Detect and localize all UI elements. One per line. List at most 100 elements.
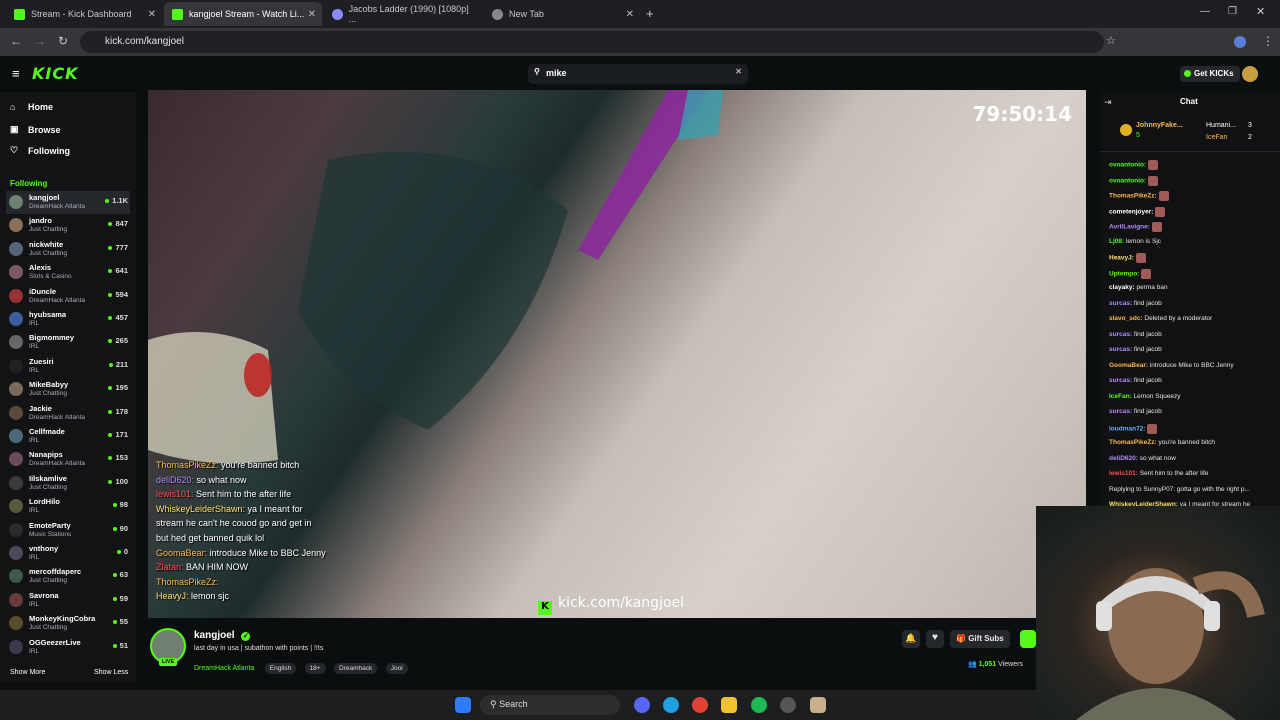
hamburger-menu-icon[interactable]: ≡	[12, 66, 20, 81]
collapse-chat-icon[interactable]: ⇥	[1104, 97, 1112, 108]
url-bar[interactable]: kick.com/kangjoel	[80, 31, 1104, 53]
following-channel-row[interactable]: MikeBabyy Just Chatting 195	[6, 378, 130, 401]
chat-message[interactable]: surcas: find jacob	[1109, 331, 1162, 338]
tag-pill[interactable]: 18+	[304, 663, 326, 674]
tag-pill[interactable]: English	[264, 663, 297, 674]
chat-username[interactable]: ovoantonio:	[1109, 162, 1146, 169]
discord-icon[interactable]	[634, 697, 650, 713]
clear-search-icon[interactable]: ✕	[735, 67, 742, 76]
chat-message[interactable]: ThomasPikeZz: you're banned bitch	[1109, 439, 1215, 446]
new-tab-plus-icon[interactable]: +	[646, 6, 654, 21]
menu-dots-icon[interactable]: ⋮	[1262, 34, 1274, 48]
bell-icon[interactable]: 🔔	[902, 630, 920, 648]
show-less-link[interactable]: Show Less	[94, 669, 128, 676]
following-channel-row[interactable]: Alexis Slots & Casino 641	[6, 261, 130, 284]
nav-browse[interactable]: ▣ Browse	[10, 124, 61, 135]
chat-message[interactable]: lewis101: Sent him to the after life	[1109, 470, 1208, 477]
chat-username[interactable]: AvrilLavigne:	[1109, 224, 1150, 231]
chat-username[interactable]: IceFan:	[1109, 393, 1132, 400]
chat-message[interactable]: surcas: find jacob	[1109, 346, 1162, 353]
windows-start-icon[interactable]	[455, 697, 471, 713]
following-channel-row[interactable]: Iilskamlive Just Chatting 100	[6, 472, 130, 495]
chat-message[interactable]: cometenjoyer:	[1109, 206, 1166, 217]
chat-message[interactable]: clayaky: perma ban	[1109, 284, 1168, 291]
stream-category[interactable]: DreamHack Atlanta	[194, 665, 254, 672]
chat-message[interactable]: HeavyJ:	[1109, 253, 1146, 263]
chat-message[interactable]: surcas: find jacob	[1109, 408, 1162, 415]
chat-message[interactable]: Replying to SunnyP07: gotta go with the …	[1109, 486, 1250, 493]
chat-message[interactable]: surcas: find jacob	[1109, 300, 1162, 307]
taskbar-search[interactable]: ⚲ Search	[480, 695, 620, 715]
chat-message[interactable]: Lj08: lemon is Sjc	[1109, 238, 1161, 245]
following-channel-row[interactable]: Jackie DreamHack Atlanta 178	[6, 402, 130, 425]
streamer-name[interactable]: kangjoel ✓	[194, 630, 251, 641]
following-channel-row[interactable]: Bigmommey IRL 265	[6, 331, 130, 354]
chat-username[interactable]: surcas:	[1109, 346, 1132, 353]
chat-username[interactable]: slavo_sdc:	[1109, 315, 1143, 322]
following-channel-row[interactable]: OGGeezerLive IRL 51	[6, 636, 130, 659]
maximize-icon[interactable]: ❐	[1228, 6, 1237, 17]
chat-username[interactable]: Lj08:	[1109, 238, 1124, 245]
profile-avatar[interactable]	[1234, 36, 1246, 48]
browser-tab[interactable]: New Tab ✕	[484, 2, 640, 26]
close-icon[interactable]: ✕	[626, 9, 634, 20]
following-channel-row[interactable]: jandro Just Chatting 847	[6, 214, 130, 237]
browser-tab-active[interactable]: kangjoel Stream - Watch Li... ✕	[164, 2, 322, 26]
heart-follow-icon[interactable]: ♥	[926, 630, 944, 648]
chat-message[interactable]: Uptempo:	[1109, 268, 1152, 279]
subscribe-button[interactable]	[1020, 630, 1036, 648]
spotify-icon[interactable]	[751, 697, 767, 713]
chat-username[interactable]: ovoantonio:	[1109, 177, 1146, 184]
chat-message[interactable]: GoomaBear: introduce Mike to BBC Jenny	[1109, 362, 1234, 369]
chat-username[interactable]: lewis101:	[1109, 470, 1138, 477]
file-explorer-icon[interactable]	[721, 697, 737, 713]
nav-following[interactable]: ♡ Following	[10, 145, 70, 156]
following-channel-row[interactable]: iDuncle DreamHack Atlanta 594	[6, 285, 130, 308]
following-channel-row[interactable]: Savrona IRL 59	[6, 589, 130, 612]
kick-logo[interactable]: KICK	[32, 64, 79, 83]
get-kicks-button[interactable]: Get KICKs	[1180, 66, 1240, 82]
following-channel-row[interactable]: Cellfmade IRL 171	[6, 425, 130, 448]
show-more-link[interactable]: Show More	[10, 669, 45, 676]
browser-tab[interactable]: Stream - Kick Dashboard ✕	[6, 2, 162, 26]
following-channel-row[interactable]: LordHilo IRL 98	[6, 495, 130, 518]
chat-message[interactable]: AvrilLavigne:	[1109, 222, 1162, 232]
chat-username[interactable]: surcas:	[1109, 300, 1132, 307]
following-channel-row[interactable]: kangjoel DreamHack Atlanta 1.1K	[6, 191, 130, 214]
chat-message[interactable]: ovoantonio:	[1109, 175, 1159, 186]
chat-username[interactable]: loudman72:	[1109, 425, 1145, 432]
obs-icon[interactable]	[780, 697, 796, 713]
following-channel-row[interactable]: MonkeyKingCobra Just Chatting 55	[6, 612, 130, 635]
chat-message[interactable]: IceFan: Lemon Squeezy	[1109, 393, 1181, 400]
edge-icon[interactable]	[663, 697, 679, 713]
chat-username[interactable]: surcas:	[1109, 377, 1132, 384]
chat-username[interactable]: ThomasPikeZz:	[1109, 193, 1157, 200]
chrome-icon[interactable]	[692, 697, 708, 713]
app-icon[interactable]	[810, 697, 826, 713]
tag-pill[interactable]: Jool	[385, 663, 408, 674]
chat-message[interactable]: surcas: find jacob	[1109, 377, 1162, 384]
chat-message[interactable]: loudman72:	[1109, 423, 1158, 434]
chat-username[interactable]: surcas:	[1109, 331, 1132, 338]
tag-pill[interactable]: Dreamhack	[334, 663, 378, 674]
minimize-icon[interactable]: —	[1200, 6, 1210, 17]
chat-username[interactable]: cometenjoyer:	[1109, 208, 1153, 215]
chat-username[interactable]: GoomaBear:	[1109, 362, 1148, 369]
chat-message[interactable]: deliD620: so what now	[1109, 455, 1176, 462]
following-channel-row[interactable]: vnthony IRL 0	[6, 542, 130, 565]
chat-message[interactable]: slavo_sdc: Deleted by a moderator	[1109, 315, 1212, 322]
following-channel-row[interactable]: Zuesiri IRL 211	[6, 355, 130, 378]
following-channel-row[interactable]: EmoteParty Music Stations 90	[6, 519, 130, 542]
following-channel-row[interactable]: mercoffdaperc Just Chatting 63	[6, 565, 130, 588]
following-channel-row[interactable]: Nanapips DreamHack Atlanta 153	[6, 448, 130, 471]
chat-username[interactable]: ThomasPikeZz:	[1109, 439, 1157, 446]
following-channel-row[interactable]: hyubsama IRL 457	[6, 308, 130, 331]
bookmark-star-icon[interactable]: ☆	[1106, 34, 1116, 47]
window-close-icon[interactable]: ✕	[1256, 5, 1265, 18]
chat-username[interactable]: deliD620:	[1109, 455, 1138, 462]
back-icon[interactable]: ←	[10, 34, 22, 48]
close-icon[interactable]: ✕	[148, 9, 156, 20]
close-icon[interactable]: ✕	[308, 9, 316, 20]
chat-message[interactable]: ovoantonio:	[1109, 160, 1159, 170]
chat-username[interactable]: HeavyJ:	[1109, 255, 1134, 262]
